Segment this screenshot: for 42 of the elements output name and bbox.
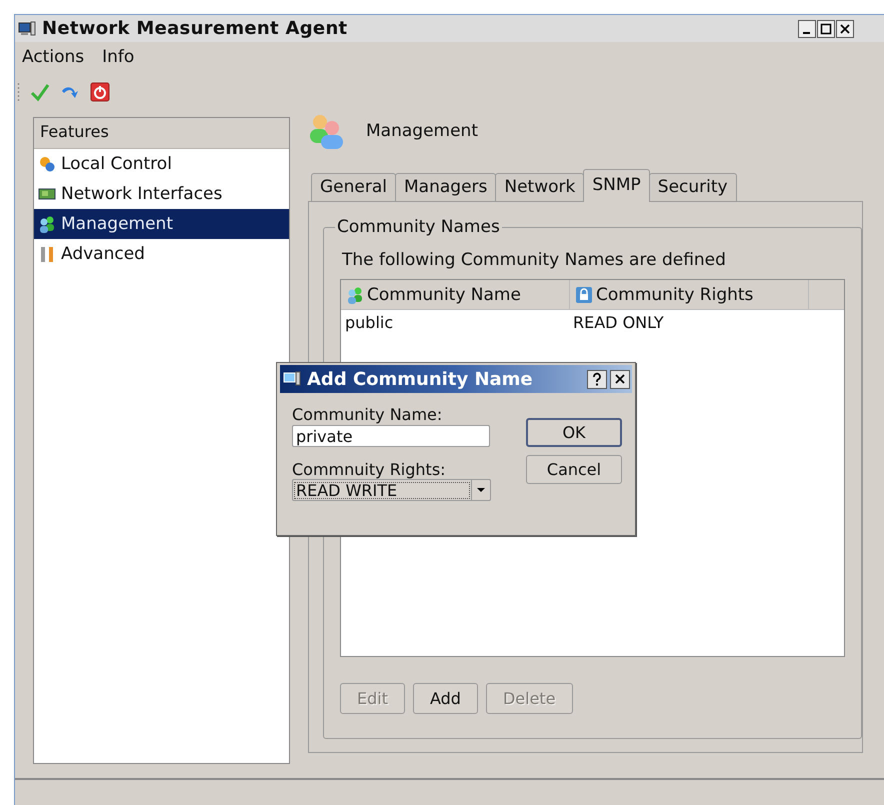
users-icon [346,286,364,304]
column-header[interactable]: Community Rights [570,280,809,309]
sidebar-item[interactable]: Local Control [34,149,289,179]
minimize-icon[interactable] [798,20,816,38]
lock-icon [575,286,593,304]
table-cell-text: public [344,312,394,332]
power-icon[interactable] [90,82,110,102]
list-header: Features [34,118,289,149]
dialog-button[interactable]: OK [526,418,622,447]
close-icon[interactable] [610,370,630,388]
table-cell-text: READ ONLY [572,312,664,332]
users-icon [38,215,56,233]
sidebar-item[interactable]: Network Interfaces [34,179,289,209]
sidebar-item[interactable]: Management [34,209,289,239]
sidebar-item[interactable]: Advanced [34,239,289,269]
tab[interactable]: Security [648,173,737,201]
users-icon [308,112,346,150]
dialog-button[interactable]: Cancel [526,455,622,484]
menu-item[interactable]: Info [102,47,134,73]
rights-dropdown[interactable]: READ WRITE [292,479,491,501]
field-label: Commnuity Rights: [292,460,447,479]
tab[interactable]: Network [495,173,584,201]
menu-item[interactable]: Actions [22,47,84,73]
description-text: The following Community Names are defined [342,250,727,270]
page-title: Management [366,121,478,141]
action-button[interactable]: Add [412,683,478,714]
tab[interactable]: Managers [395,173,496,201]
column-header[interactable]: Community Name [341,280,570,309]
window-title: Network Measurement Agent [42,18,348,39]
monitor-icon [18,20,36,36]
maximize-icon[interactable] [817,20,835,38]
tab[interactable]: General [311,173,396,201]
tab[interactable]: SNMP [583,169,650,202]
field-label: Community Name: [292,405,444,424]
toolbar-grip [17,82,20,102]
community-name-field[interactable]: private [292,425,490,447]
help-icon[interactable] [587,370,607,388]
dialog-title: Add Community Name [307,368,533,390]
close-icon[interactable] [836,20,854,38]
group-title: Community Names [335,217,502,237]
monitor-icon [283,371,301,387]
checkmark-icon[interactable] [30,82,50,102]
